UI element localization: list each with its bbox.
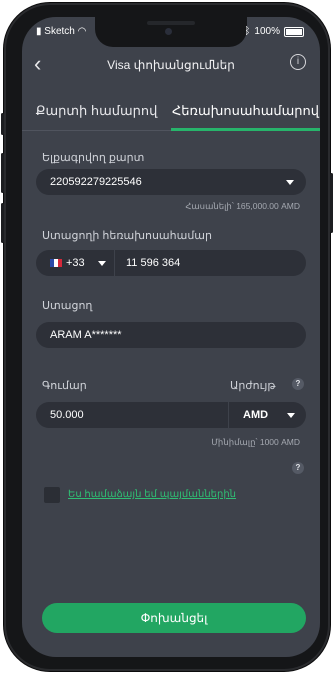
france-flag-icon <box>50 259 62 267</box>
recipient-name: ARAM A******* <box>50 329 122 341</box>
carrier-name: Sketch <box>44 26 75 37</box>
nav-bar: ‹ Visa փոխանցումներ i <box>22 51 320 81</box>
mute-switch <box>1 113 4 135</box>
recipient-phone-label: Ստացողի հեռախոսահամար <box>42 230 212 242</box>
help-icon[interactable]: ? <box>292 462 304 474</box>
amount-field: 50.000 AMD <box>36 402 306 428</box>
recipient-label: Ստացող <box>42 300 93 312</box>
recipient-phone-field: +33 11 596 364 <box>36 250 306 276</box>
transfer-button[interactable]: Փոխանցել <box>42 603 306 633</box>
sender-card-value: 220592279225546 <box>50 176 142 188</box>
terms-link[interactable]: Ես համաձայն եմ պայմաններին <box>68 489 236 500</box>
amount-input[interactable]: 50.000 <box>50 409 84 421</box>
chevron-down-icon <box>98 261 106 266</box>
currency-value: AMD <box>243 409 269 421</box>
status-bar: ▮ Sketch ◠ ᛒ 100% <box>22 25 320 41</box>
signal-icon: ▮ <box>36 26 42 37</box>
status-left: ▮ Sketch ◠ <box>36 26 86 37</box>
available-balance: Հասանելի՝ 165,000.00 AMD <box>185 201 300 211</box>
transfer-tabs: Քարտի համարով Հեռախոսահամարով <box>22 95 320 131</box>
tab-card-number[interactable]: Քարտի համարով <box>22 95 171 131</box>
volume-down-button <box>1 203 4 243</box>
phone-frame: ▮ Sketch ◠ ᛒ 100% ‹ Visa փոխանցումներ i … <box>1 3 333 671</box>
info-icon[interactable]: i <box>290 54 306 70</box>
bluetooth-icon: ᛒ <box>244 26 251 37</box>
currency-select[interactable]: AMD <box>228 402 307 428</box>
currency-label: Արժույթ <box>230 380 276 392</box>
currency-help-icon[interactable]: ? <box>292 378 304 390</box>
volume-up-button <box>1 153 4 193</box>
minimum-amount-hint: Մինիմալը՝ 1000 AMD <box>211 437 300 447</box>
app-screen: ▮ Sketch ◠ ᛒ 100% ‹ Visa փոխանցումներ i … <box>22 17 320 657</box>
terms-checkbox[interactable] <box>44 487 60 503</box>
battery-icon <box>284 26 304 37</box>
active-tab-indicator <box>171 128 320 131</box>
sender-card-select[interactable]: 220592279225546 <box>36 169 306 195</box>
sender-card-label: Ելքագրվող քարտ <box>42 152 145 164</box>
wifi-icon: ◠ <box>77 26 87 37</box>
chevron-down-icon <box>287 413 295 418</box>
amount-label: Գումար <box>42 380 87 392</box>
phone-number-input[interactable]: 11 596 364 <box>126 257 180 269</box>
page-title: Visa փոխանցումներ <box>107 58 235 72</box>
country-code-value: +33 <box>66 257 85 269</box>
power-button <box>330 173 333 233</box>
chevron-down-icon <box>286 180 294 185</box>
tab-phone-number[interactable]: Հեռախոսահամարով <box>171 95 320 131</box>
battery-percent: 100% <box>254 26 280 37</box>
status-right: ᛒ 100% <box>244 26 304 37</box>
country-code-select[interactable]: +33 <box>36 250 115 276</box>
recipient-field: ARAM A******* <box>36 322 306 348</box>
